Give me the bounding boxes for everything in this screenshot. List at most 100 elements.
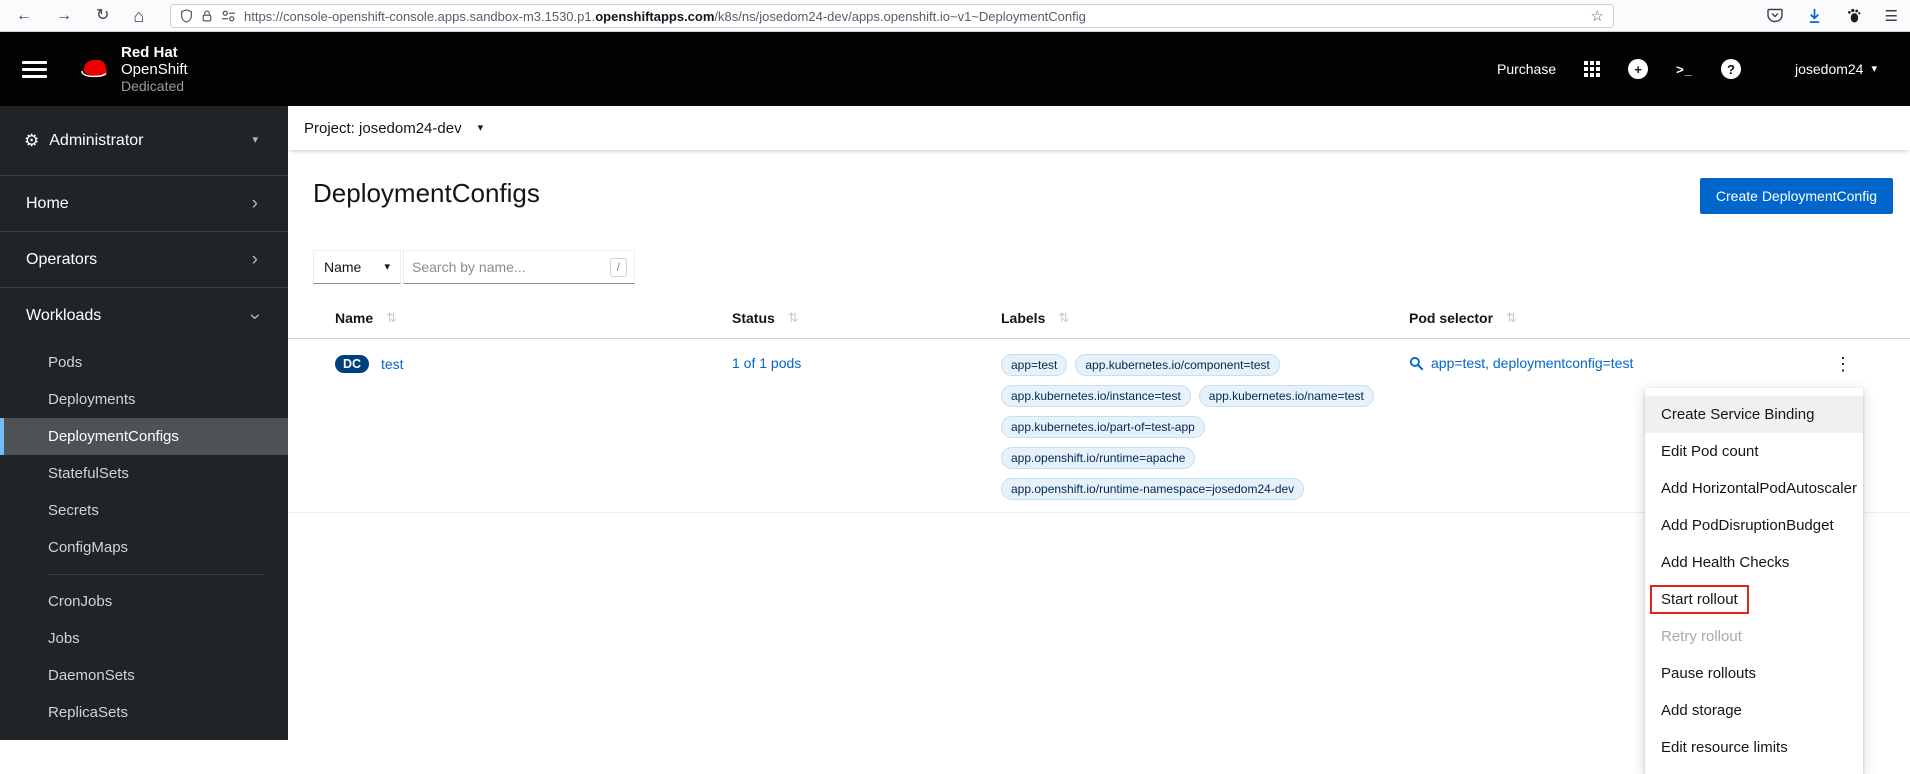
sort-icon[interactable]: ⇅ bbox=[1058, 310, 1069, 326]
sidebar-subitem[interactable]: Secrets bbox=[0, 492, 288, 529]
subnav-divider bbox=[48, 574, 264, 575]
sidebar-item-operators[interactable]: Operators › bbox=[0, 232, 288, 288]
sidebar-subitem[interactable]: ReplicaSets bbox=[0, 694, 288, 731]
sort-icon[interactable]: ⇅ bbox=[788, 310, 799, 326]
pocket-icon[interactable] bbox=[1766, 8, 1783, 23]
sidebar: ⚙ Administrator ▾ Home › Operators › Wor… bbox=[0, 106, 288, 740]
cogs-icon: ⚙ bbox=[24, 130, 40, 150]
search-magnifier-icon bbox=[1409, 355, 1424, 371]
menu-item[interactable]: Edit resource limits bbox=[1645, 729, 1863, 766]
search-box: / bbox=[403, 250, 635, 284]
user-menu[interactable]: josedom24 ▾ bbox=[1795, 61, 1877, 77]
redhat-fedora-icon bbox=[75, 56, 113, 82]
sidebar-subitem[interactable]: ConfigMaps bbox=[0, 529, 288, 566]
kebab-menu-icon[interactable]: ⋮ bbox=[1830, 354, 1856, 374]
name-cell: DC test bbox=[288, 355, 732, 500]
workloads-subnav: Pods Deployments DeploymentConfigs Stateful… bbox=[0, 344, 288, 566]
import-yaml-plus-icon[interactable]: + bbox=[1628, 59, 1649, 79]
column-header-labels[interactable]: Labels ⇅ bbox=[1001, 310, 1409, 326]
caret-down-icon: ▾ bbox=[477, 121, 484, 134]
forward-icon[interactable]: → bbox=[56, 7, 72, 24]
caret-down-icon: ▾ bbox=[384, 260, 390, 273]
resource-name-link[interactable]: test bbox=[381, 356, 404, 372]
sort-icon[interactable]: ⇅ bbox=[386, 310, 397, 326]
filter-toolbar: Name ▾ / bbox=[313, 250, 635, 284]
menu-item[interactable]: Start rollout bbox=[1645, 581, 1863, 618]
dc-resource-badge: DC bbox=[335, 355, 370, 373]
status-cell: 1 of 1 pods bbox=[732, 355, 1001, 500]
menu-item[interactable]: Edit Pod count bbox=[1645, 433, 1863, 470]
label-chip[interactable]: app.kubernetes.io/part-of=test-app bbox=[1001, 416, 1205, 438]
permissions-icon[interactable] bbox=[221, 10, 236, 22]
column-header-name[interactable]: Name ⇅ bbox=[288, 310, 732, 326]
app-launcher-icon[interactable] bbox=[1584, 61, 1601, 77]
menu-item[interactable]: Pause rollouts bbox=[1645, 655, 1863, 692]
pods-status-link[interactable]: 1 of 1 pods bbox=[732, 355, 801, 371]
labels-cell: app=test app.kubernetes.io/component=test… bbox=[1001, 354, 1409, 500]
url-bar[interactable]: https://console-openshift-console.apps.s… bbox=[170, 4, 1614, 28]
browser-chrome: ← → ↻ ⌂ https://console-openshift-consol… bbox=[0, 0, 1910, 32]
sidebar-subitem[interactable]: DeploymentConfigs bbox=[0, 418, 288, 455]
chevron-down-icon: ▾ bbox=[1871, 62, 1877, 75]
perspective-switcher[interactable]: ⚙ Administrator ▾ bbox=[0, 106, 288, 176]
brand-line2: OpenShift bbox=[121, 60, 188, 78]
menu-item[interactable]: Create Service Binding bbox=[1645, 396, 1863, 433]
sidebar-subitem[interactable]: Jobs bbox=[0, 620, 288, 657]
terminal-icon[interactable]: >_ bbox=[1676, 62, 1693, 77]
workloads-subnav-2: CronJobs Jobs DaemonSets ReplicaSets bbox=[0, 583, 288, 731]
sidebar-subitem[interactable]: CronJobs bbox=[0, 583, 288, 620]
back-icon[interactable]: ← bbox=[16, 7, 32, 24]
project-selector-label: Project: josedom24-dev bbox=[304, 119, 462, 137]
menu-item[interactable]: Add storage bbox=[1645, 692, 1863, 729]
sidebar-subitem[interactable]: Deployments bbox=[0, 381, 288, 418]
bookmark-star-icon[interactable]: ☆ bbox=[1591, 7, 1604, 25]
caret-down-icon: ▾ bbox=[252, 134, 258, 146]
search-shortcut-badge: / bbox=[609, 257, 627, 277]
browser-menu-icon[interactable]: ☰ bbox=[1885, 7, 1898, 25]
help-icon[interactable]: ? bbox=[1720, 59, 1741, 79]
row-actions-menu: Create Service Binding Edit Pod count Ad… bbox=[1645, 388, 1863, 774]
reload-icon[interactable]: ↻ bbox=[96, 7, 109, 24]
column-header-status[interactable]: Status ⇅ bbox=[732, 310, 1001, 326]
label-chip[interactable]: app.kubernetes.io/component=test bbox=[1075, 354, 1280, 376]
pod-selector-link[interactable]: app=test, deploymentconfig=test bbox=[1431, 355, 1633, 371]
nav-toggle-icon[interactable] bbox=[22, 57, 47, 82]
masthead: Red Hat OpenShift Dedicated Purchase + >… bbox=[0, 32, 1910, 106]
sidebar-subitem[interactable]: StatefulSets bbox=[0, 455, 288, 492]
shield-icon[interactable] bbox=[180, 9, 193, 23]
brand-logo: Red Hat OpenShift Dedicated bbox=[75, 44, 188, 95]
sidebar-subitem[interactable]: Pods bbox=[0, 344, 288, 381]
download-icon[interactable] bbox=[1807, 8, 1822, 24]
table-header-row: Name ⇅ Status ⇅ Labels ⇅ Pod selector ⇅ bbox=[288, 310, 1910, 339]
menu-item[interactable]: Add Health Checks bbox=[1645, 544, 1863, 581]
chevron-down-icon: › bbox=[244, 312, 266, 320]
label-chip[interactable]: app=test bbox=[1001, 354, 1068, 376]
menu-item[interactable]: Add PodDisruptionBudget bbox=[1645, 507, 1863, 544]
project-selector[interactable]: Project: josedom24-dev ▾ bbox=[288, 106, 1910, 150]
menu-item[interactable]: Retry rollout bbox=[1645, 618, 1863, 655]
sidebar-item-workloads[interactable]: Workloads › bbox=[0, 288, 288, 344]
lock-icon[interactable] bbox=[201, 9, 213, 23]
sidebar-item-home[interactable]: Home › bbox=[0, 176, 288, 232]
sidebar-subitem[interactable]: DaemonSets bbox=[0, 657, 288, 694]
url-text: https://console-openshift-console.apps.s… bbox=[244, 8, 1086, 24]
brand-line3: Dedicated bbox=[121, 77, 185, 94]
label-chip[interactable]: app.openshift.io/runtime-namespace=josed… bbox=[1001, 478, 1305, 500]
home-icon[interactable]: ⌂ bbox=[133, 7, 144, 25]
page-title: DeploymentConfigs bbox=[313, 178, 540, 208]
perspective-label: Administrator bbox=[49, 131, 144, 149]
chevron-right-icon: › bbox=[251, 193, 258, 214]
sort-icon[interactable]: ⇅ bbox=[1506, 310, 1517, 326]
chevron-right-icon: › bbox=[251, 249, 258, 270]
filter-type-dropdown[interactable]: Name ▾ bbox=[313, 250, 401, 284]
brand-line1: Red Hat bbox=[121, 43, 178, 61]
search-input[interactable] bbox=[404, 259, 610, 275]
label-chip[interactable]: app.kubernetes.io/name=test bbox=[1198, 385, 1374, 407]
label-chip[interactable]: app.openshift.io/runtime=apache bbox=[1001, 447, 1196, 469]
purchase-link[interactable]: Purchase bbox=[1497, 61, 1556, 77]
gnome-extension-icon[interactable] bbox=[1846, 8, 1861, 23]
menu-item[interactable]: Add HorizontalPodAutoscaler bbox=[1645, 470, 1863, 507]
column-header-pod-selector[interactable]: Pod selector ⇅ bbox=[1409, 310, 1830, 326]
label-chip[interactable]: app.kubernetes.io/instance=test bbox=[1001, 385, 1191, 407]
create-deploymentconfig-button[interactable]: Create DeploymentConfig bbox=[1699, 178, 1893, 214]
